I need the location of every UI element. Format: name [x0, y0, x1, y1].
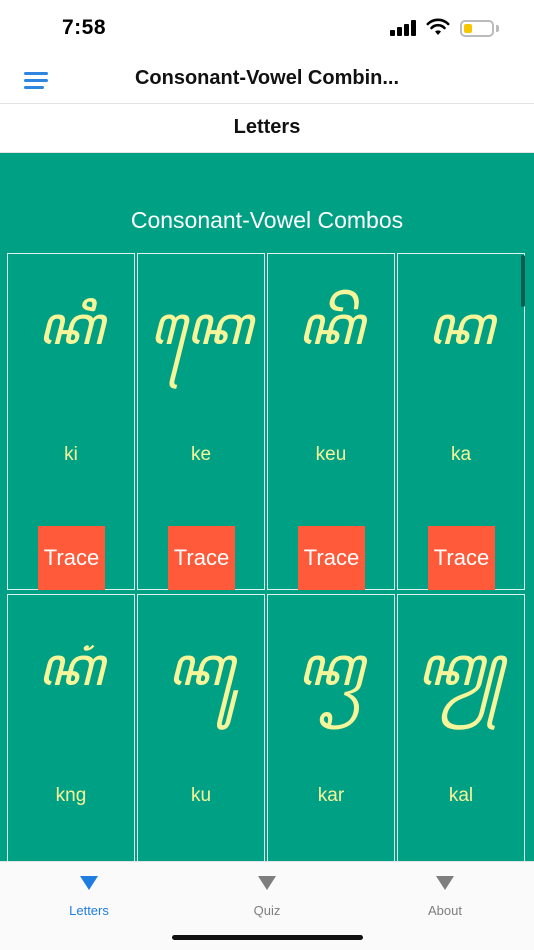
home-indicator — [172, 935, 363, 940]
combo-romanization: kng — [55, 785, 87, 806]
trace-button[interactable]: Trace — [38, 526, 105, 590]
combo-glyph: ꦏꦺ — [149, 294, 253, 357]
trace-button[interactable]: Trace — [168, 526, 235, 590]
combo-glyph: ꦏ — [428, 294, 494, 357]
tab-letters[interactable]: Letters — [0, 862, 178, 932]
nav-header: Consonant-Vowel Combin... — [0, 56, 534, 104]
trace-button[interactable]: Trace — [298, 526, 365, 590]
triangle-down-icon — [258, 876, 276, 890]
combo-card[interactable]: ꦏꦾ kal — [397, 594, 525, 861]
section-title: Letters — [233, 116, 301, 138]
combo-card[interactable]: ꦏꦼ keu Trace — [267, 253, 395, 590]
trace-button[interactable]: Trace — [428, 526, 495, 590]
tab-label: About — [428, 903, 462, 918]
scrollbar[interactable] — [521, 255, 525, 307]
combo-romanization: kal — [448, 785, 474, 806]
combo-glyph: ꦏꦽ — [298, 635, 364, 698]
combo-romanization: keu — [315, 444, 347, 465]
combo-romanization: kar — [317, 785, 345, 806]
wifi-icon — [426, 18, 450, 35]
combo-romanization: ki — [64, 444, 78, 465]
combo-glyph: ꦏꦾ — [417, 635, 505, 698]
status-time: 7:58 — [62, 16, 107, 39]
tab-label: Letters — [69, 903, 109, 918]
battery-tip — [496, 25, 499, 32]
main-content[interactable]: Consonant-Vowel Combos ꦏꦶ ki Trace ꦏꦺ ke… — [0, 153, 534, 861]
battery-level — [464, 24, 472, 33]
tab-quiz[interactable]: Quiz — [178, 862, 356, 932]
combo-card[interactable]: ꦏꦸ ku — [137, 594, 265, 861]
combo-card[interactable]: ꦏꦽ kar — [267, 594, 395, 861]
combo-romanization: ke — [190, 444, 212, 465]
combo-card[interactable]: ꦏꦶ ki Trace — [7, 253, 135, 590]
content-heading: Consonant-Vowel Combos — [130, 207, 404, 233]
triangle-down-icon — [436, 876, 454, 890]
combo-glyph: ꦏꦶ — [38, 294, 104, 357]
combo-card[interactable]: ꦏꦁ kng — [7, 594, 135, 861]
triangle-down-icon — [80, 876, 98, 890]
status-bar: 7:58 — [0, 0, 534, 56]
battery-icon — [460, 20, 494, 37]
combo-romanization: ka — [450, 444, 472, 465]
combo-glyph: ꦏꦼ — [298, 294, 364, 357]
combo-glyph: ꦏꦁ — [38, 635, 104, 698]
tab-label: Quiz — [253, 903, 281, 918]
combo-card[interactable]: ꦏ ka Trace — [397, 253, 525, 590]
combo-romanization: ku — [190, 785, 212, 806]
section-header: Letters — [0, 105, 534, 153]
combo-card[interactable]: ꦏꦺ ke Trace — [137, 253, 265, 590]
tab-about[interactable]: About — [356, 862, 534, 932]
page-title: Consonant-Vowel Combin... — [134, 67, 400, 89]
cellular-signal-icon — [390, 20, 418, 36]
combo-glyph: ꦏꦸ — [168, 635, 234, 698]
